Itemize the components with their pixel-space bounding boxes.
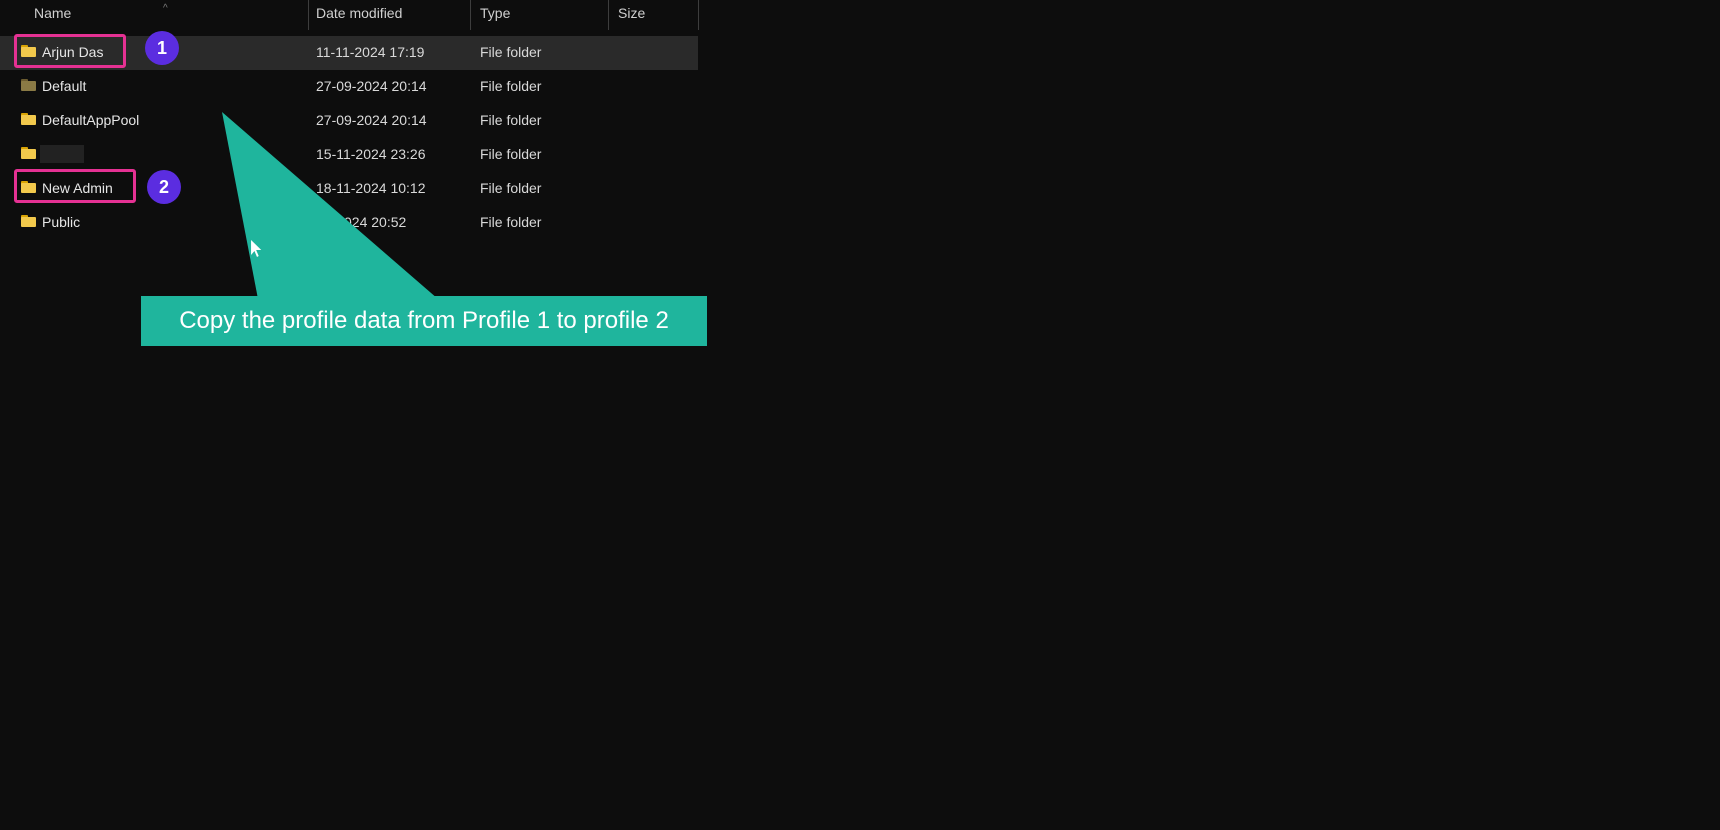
file-name: New Admin (42, 180, 113, 196)
column-headers: Name ^ Date modified Type Size (0, 0, 1720, 30)
file-date-modified: 27-09-2024 20:14 (316, 112, 427, 128)
folder-icon (21, 147, 36, 159)
file-date-modified: 15-11-2024 23:26 (316, 146, 426, 162)
folder-icon (21, 113, 36, 125)
file-name: Public (42, 214, 80, 230)
file-name: DefaultAppPool (42, 112, 139, 128)
file-type: File folder (480, 214, 541, 230)
sort-ascending-icon: ^ (163, 3, 168, 14)
file-date-modified: 27-09-2024 20:14 (316, 78, 427, 94)
column-header-date-modified[interactable]: Date modified (316, 5, 402, 21)
table-row[interactable]: DefaultAppPool 27-09-2024 20:14 File folde… (0, 104, 698, 138)
file-type: File folder (480, 78, 541, 94)
table-row[interactable]: Public 09-2024 20:52 File folder (0, 206, 698, 240)
folder-icon (21, 45, 36, 57)
column-resizer[interactable] (470, 0, 471, 30)
folder-icon (21, 215, 36, 227)
column-header-size[interactable]: Size (618, 5, 645, 21)
annotation-callout: Copy the profile data from Profile 1 to … (141, 296, 707, 346)
table-row[interactable]: Arjun Das 11-11-2024 17:19 File folder (0, 36, 698, 70)
file-type: File folder (480, 146, 541, 162)
file-name: Default (42, 78, 86, 94)
file-date-modified: 11-11-2024 17:19 (316, 44, 424, 60)
file-date-modified: 09-2024 20:52 (316, 214, 406, 230)
file-date-modified: 18-11-2024 10:12 (316, 180, 426, 196)
table-row[interactable]: Default 27-09-2024 20:14 File folder (0, 70, 698, 104)
redacted-name (40, 145, 84, 163)
folder-icon (21, 79, 36, 91)
cursor-icon (251, 240, 263, 261)
file-type: File folder (480, 180, 541, 196)
table-row[interactable]: New Admin 18-11-2024 10:12 File folder (0, 172, 698, 206)
folder-icon (21, 181, 36, 193)
column-header-name[interactable]: Name (34, 5, 71, 21)
file-type: File folder (480, 112, 541, 128)
file-type: File folder (480, 44, 541, 60)
file-name: Arjun Das (42, 44, 103, 60)
file-list: Arjun Das11-11-2024 17:19File folderDefa… (0, 36, 1720, 240)
column-header-type[interactable]: Type (480, 5, 510, 21)
column-resizer[interactable] (308, 0, 309, 30)
column-resizer[interactable] (608, 0, 609, 30)
table-row[interactable]: 15-11-2024 23:26 File folder (0, 138, 698, 172)
column-resizer[interactable] (698, 0, 699, 30)
